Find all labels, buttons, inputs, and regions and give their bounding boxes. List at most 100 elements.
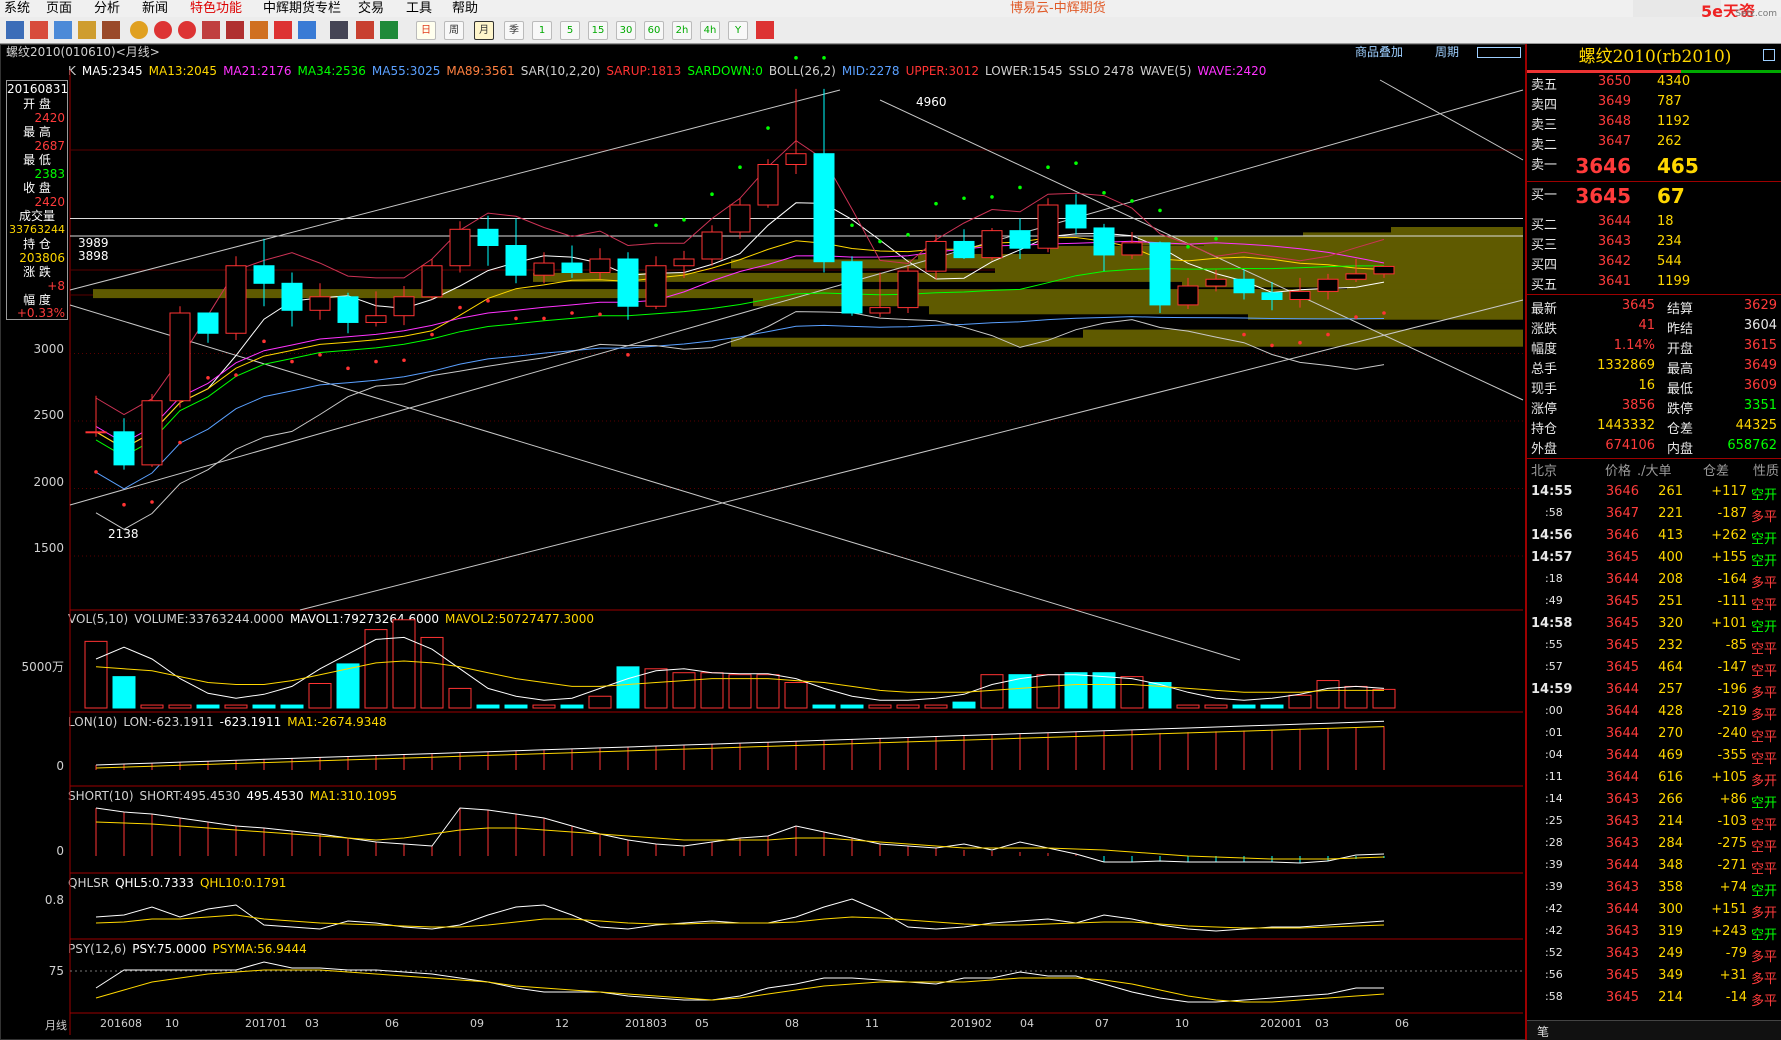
indicator-value: MA55:3025	[371, 64, 441, 78]
tick-time: :01	[1545, 726, 1563, 739]
tick-row[interactable]: :55 3645 232 -85 空平	[1527, 638, 1781, 657]
board-icon[interactable]	[78, 21, 96, 39]
draw-icon[interactable]	[226, 21, 244, 39]
period-week-button[interactable]: 周	[444, 21, 464, 40]
zoom-in-icon[interactable]	[154, 21, 172, 39]
tick-row[interactable]: :39 3643 358 +74 空开	[1527, 880, 1781, 899]
menu-page[interactable]: 页面	[46, 0, 72, 17]
tick-row[interactable]: :39 3644 348 -271 空平	[1527, 858, 1781, 877]
tick-row[interactable]: :11 3644 616 +105 多开	[1527, 770, 1781, 789]
tick-volume: 251	[1658, 594, 1683, 609]
menu-tools[interactable]: 工具	[406, 0, 432, 17]
tick-row[interactable]: 14:57 3645 400 +155 空开	[1527, 550, 1781, 569]
maximize-icon[interactable]	[1763, 49, 1775, 61]
brush-icon[interactable]	[250, 21, 268, 39]
tick-footer-label[interactable]: 笔	[1537, 1023, 1549, 1040]
menu-zhonghui-column[interactable]: 中辉期货专栏	[263, 0, 341, 17]
menu-trade[interactable]: 交易	[358, 0, 384, 17]
tick-nature: 空开	[1751, 884, 1778, 899]
stat-row[interactable]: 幅度 1.14% 开盘 3615	[1527, 338, 1781, 357]
stat-value: 3645	[1621, 298, 1655, 313]
ask-price: 3650	[1597, 74, 1631, 89]
period-4h-button[interactable]: 4h	[700, 21, 720, 40]
stat-row[interactable]: 总手 1332869 最高 3649	[1527, 358, 1781, 377]
stat-row[interactable]: 外盘 674106 内盘 658762	[1527, 438, 1781, 457]
stat-row[interactable]: 持仓 1443332 仓差 44325	[1527, 418, 1781, 437]
ask-row[interactable]: 卖二 3647 262	[1527, 134, 1781, 153]
tick-row[interactable]: :01 3644 270 -240 空平	[1527, 726, 1781, 745]
period-month-button[interactable]: 月	[474, 21, 494, 40]
period-5min-button[interactable]: 5	[560, 21, 580, 40]
tick-row[interactable]: :00 3644 428 -219 多平	[1527, 704, 1781, 723]
tick-row[interactable]: :56 3645 349 +31 多平	[1527, 968, 1781, 987]
news-icon[interactable]	[54, 21, 72, 39]
tick-row[interactable]: :28 3643 284 -275 空平	[1527, 836, 1781, 855]
calendar-icon[interactable]	[756, 21, 774, 39]
grid-icon[interactable]	[330, 21, 348, 39]
stat-value: 1443332	[1597, 418, 1655, 433]
trade-icon[interactable]	[380, 21, 398, 39]
tick-row[interactable]: :42 3643 319 +243 空开	[1527, 924, 1781, 943]
bid-row[interactable]: 买三 3643 234	[1527, 234, 1781, 253]
tick-row[interactable]: 14:59 3644 257 -196 多平	[1527, 682, 1781, 701]
ask-row[interactable]: 卖四 3649 787	[1527, 94, 1781, 113]
alarm-icon[interactable]	[274, 21, 292, 39]
home-icon[interactable]	[30, 21, 48, 39]
search-icon[interactable]	[130, 21, 148, 39]
tick-row[interactable]: :04 3644 469 -355 空平	[1527, 748, 1781, 767]
bid-row[interactable]: 买二 3644 18	[1527, 214, 1781, 233]
stat-row[interactable]: 现手 16 最低 3609	[1527, 378, 1781, 397]
layout-icon[interactable]	[1477, 47, 1521, 58]
menu-news[interactable]: 新闻	[142, 0, 168, 17]
tick-volume: 208	[1658, 572, 1683, 587]
ask-row[interactable]: 卖五 3650 4340	[1527, 74, 1781, 93]
tick-row[interactable]: 14:56 3646 413 +262 空开	[1527, 528, 1781, 547]
chart-icon[interactable]	[102, 21, 120, 39]
stat-row[interactable]: 涨跌 41 昨结 3604	[1527, 318, 1781, 337]
menu-analysis[interactable]: 分析	[94, 0, 120, 17]
tick-row[interactable]: :49 3645 251 -111 空平	[1527, 594, 1781, 613]
tick-row[interactable]: :14 3643 266 +86 空开	[1527, 792, 1781, 811]
tick-row[interactable]: :25 3643 214 -103 空平	[1527, 814, 1781, 833]
tick-row[interactable]: :58 3647 221 -187 多平	[1527, 506, 1781, 525]
tick-nature: 空开	[1751, 620, 1778, 635]
bid-row[interactable]: 买五 3641 1199	[1527, 274, 1781, 293]
quote-panel: 螺纹2010(rb2010) 卖五 3650 4340 卖四 3649 787 卖三 3648…	[1525, 44, 1781, 1040]
menu-features[interactable]: 特色功能	[190, 0, 242, 17]
period-30min-button[interactable]: 30	[616, 21, 636, 40]
tick-volume: 214	[1658, 990, 1683, 1005]
period-link[interactable]: 周期	[1435, 44, 1475, 61]
tick-row[interactable]: 14:55 3646 261 +117 空开	[1527, 484, 1781, 503]
report-icon[interactable]	[356, 21, 374, 39]
ask-label: 卖四	[1531, 98, 1558, 113]
ask-row[interactable]: 卖一 3646 465	[1527, 154, 1781, 178]
tick-row[interactable]: :18 3644 208 -164 多平	[1527, 572, 1781, 591]
tick-row[interactable]: :52 3643 249 -79 多平	[1527, 946, 1781, 965]
bid-row[interactable]: 买一 3645 67	[1527, 184, 1781, 208]
ask-row[interactable]: 卖三 3648 1192	[1527, 114, 1781, 133]
back-icon[interactable]	[6, 21, 24, 39]
period-quarter-button[interactable]: 季	[504, 21, 524, 40]
period-60min-button[interactable]: 60	[644, 21, 664, 40]
overlay-link[interactable]: 商品叠加	[1355, 44, 1415, 61]
period-day-button[interactable]: 日	[416, 21, 436, 40]
stat-row[interactable]: 最新 3645 结算 3629	[1527, 298, 1781, 317]
tick-row[interactable]: :58 3645 214 -14 多平	[1527, 990, 1781, 1009]
menu-system[interactable]: 系统	[4, 0, 30, 17]
period-2h-button[interactable]: 2h	[672, 21, 692, 40]
period-15min-button[interactable]: 15	[588, 21, 608, 40]
pen-icon[interactable]	[202, 21, 220, 39]
x-tick-label: 08	[785, 1017, 799, 1030]
zoom-out-icon[interactable]	[178, 21, 196, 39]
tick-row[interactable]: :42 3644 300 +151 多开	[1527, 902, 1781, 921]
period-year-button[interactable]: Y	[728, 21, 748, 40]
tick-time: :58	[1545, 506, 1563, 519]
bid-row[interactable]: 买四 3642 544	[1527, 254, 1781, 273]
period-1min-button[interactable]: 1	[532, 21, 552, 40]
menu-help[interactable]: 帮助	[452, 0, 478, 17]
compare-icon[interactable]	[298, 21, 316, 39]
tick-row[interactable]: :57 3645 464 -147 空平	[1527, 660, 1781, 679]
tick-row[interactable]: 14:58 3645 320 +101 空开	[1527, 616, 1781, 635]
stat-row[interactable]: 涨停 3856 跌停 3351	[1527, 398, 1781, 417]
tick-oi-change: -164	[1717, 572, 1747, 587]
